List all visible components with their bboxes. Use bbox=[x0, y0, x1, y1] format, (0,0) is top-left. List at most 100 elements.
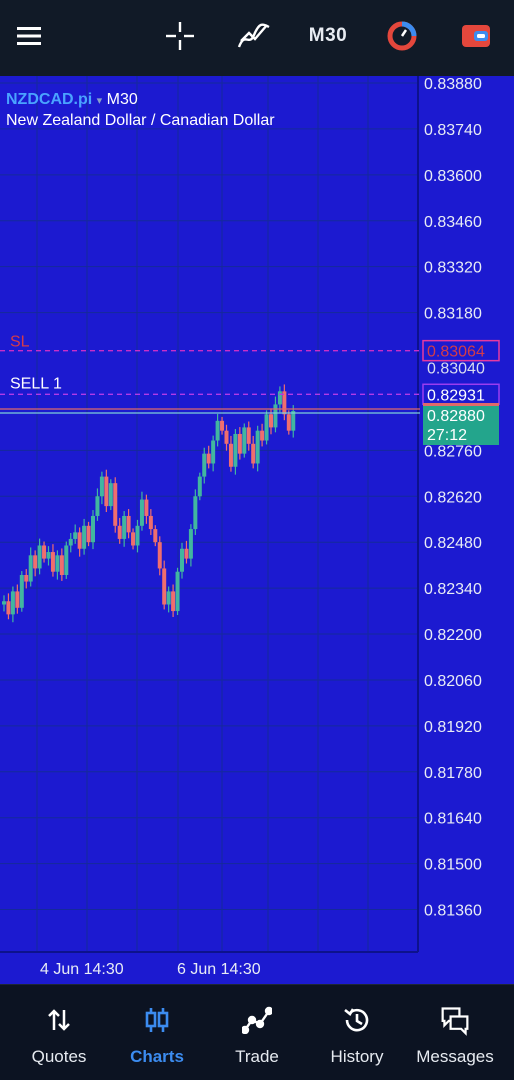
candle-body bbox=[286, 414, 291, 431]
candle-body bbox=[10, 591, 15, 615]
candle-body bbox=[148, 515, 153, 530]
candle-body bbox=[264, 414, 269, 441]
nav-quotes-label: Quotes bbox=[31, 1047, 87, 1066]
nav-history[interactable]: History bbox=[306, 985, 408, 1075]
y-tick-label: 0.82760 bbox=[424, 443, 482, 460]
nav-trade[interactable]: Trade bbox=[206, 985, 308, 1075]
nav-charts-label: Charts bbox=[130, 1047, 184, 1066]
bottom-navigation: Quotes Charts Trade History Messages bbox=[0, 984, 514, 1080]
y-tick-label: 0.81360 bbox=[424, 903, 482, 920]
candle-body bbox=[15, 591, 20, 608]
candles-icon bbox=[142, 1005, 172, 1035]
candle-body bbox=[269, 414, 273, 428]
candle-body bbox=[64, 545, 69, 575]
y-tick-label: 0.81500 bbox=[424, 857, 482, 874]
candle-body bbox=[180, 548, 184, 572]
candle-body bbox=[166, 591, 171, 605]
candle-body bbox=[33, 555, 38, 569]
candle-body bbox=[122, 515, 127, 539]
nav-charts[interactable]: Charts bbox=[106, 985, 208, 1075]
candle-body bbox=[242, 427, 247, 454]
symbol-name[interactable]: NZDCAD.pi bbox=[6, 91, 92, 108]
candle-body bbox=[251, 443, 256, 464]
candle-body bbox=[135, 525, 140, 546]
hamburger-menu-icon[interactable] bbox=[12, 18, 46, 54]
candle-body bbox=[211, 440, 216, 464]
candle-body bbox=[157, 542, 162, 569]
chart-canvas[interactable]: 0.83880 0.83740 0.83600 0.83460 0.83320 0.831… bbox=[0, 76, 514, 984]
candle-body bbox=[153, 529, 158, 543]
one-click-trading-icon[interactable] bbox=[384, 18, 420, 54]
candle-body bbox=[104, 476, 109, 507]
sell-price-tag: 0.82931 bbox=[427, 387, 485, 404]
chat-bubbles-icon bbox=[440, 1005, 470, 1036]
candle-body bbox=[162, 568, 167, 605]
nav-quotes[interactable]: Quotes bbox=[8, 985, 110, 1075]
candle-body bbox=[59, 555, 64, 575]
candle-body bbox=[188, 529, 193, 559]
candle-body bbox=[233, 433, 238, 467]
candle-body bbox=[139, 499, 144, 526]
candle-body bbox=[193, 496, 198, 530]
symbol-header[interactable]: NZDCAD.pi ▾ M30 bbox=[6, 91, 138, 109]
candle-body bbox=[86, 525, 91, 543]
top-toolbar: M30 bbox=[0, 0, 514, 76]
candle-body bbox=[99, 476, 104, 497]
nav-messages[interactable]: Messages bbox=[404, 985, 506, 1075]
candle-body bbox=[2, 601, 6, 605]
y-tick-label: 0.81640 bbox=[424, 811, 482, 828]
candle-body bbox=[46, 552, 51, 559]
bar-countdown: 27:12 bbox=[427, 427, 467, 444]
nav-history-label: History bbox=[330, 1047, 384, 1066]
y-tick-label: 0.83180 bbox=[424, 306, 482, 323]
candle-body bbox=[131, 532, 136, 546]
candle-body bbox=[126, 515, 131, 533]
candle-body bbox=[108, 483, 113, 507]
x-tick-label: 4 Jun 14:30 bbox=[40, 961, 124, 978]
candle-body bbox=[228, 443, 233, 467]
candle-body bbox=[82, 525, 87, 549]
bid-price-tag: 0.82880 bbox=[427, 408, 485, 425]
x-tick-label: 6 Jun 14:30 bbox=[177, 961, 261, 978]
candle-body bbox=[19, 575, 24, 608]
candle-body bbox=[255, 430, 260, 464]
trade-toggle-icon[interactable] bbox=[458, 18, 494, 54]
candle-body bbox=[73, 532, 78, 539]
symbol-dropdown-icon[interactable]: ▾ bbox=[97, 95, 103, 107]
candle-body bbox=[28, 555, 33, 582]
symbol-timeframe: M30 bbox=[106, 91, 138, 108]
price-chart[interactable]: 0.83880 0.83740 0.83600 0.83460 0.83320 0.831… bbox=[0, 76, 514, 984]
nav-trade-label: Trade bbox=[235, 1047, 279, 1066]
candle-body bbox=[273, 404, 278, 428]
y-tick-label: 0.82620 bbox=[424, 489, 482, 506]
candle-body bbox=[224, 430, 229, 444]
y-tick-label: 0.81920 bbox=[424, 719, 482, 736]
candle-body bbox=[171, 591, 176, 612]
candle-body bbox=[202, 453, 207, 477]
candle-body bbox=[77, 532, 82, 549]
y-tick-label: 0.82060 bbox=[424, 673, 482, 690]
candle-body bbox=[277, 391, 282, 405]
candle-body bbox=[260, 430, 265, 441]
candle-body bbox=[237, 433, 242, 454]
candle-body bbox=[91, 515, 95, 543]
y-tick-label: 0.83740 bbox=[424, 122, 482, 139]
candle-body bbox=[68, 538, 73, 546]
candle-body bbox=[246, 427, 251, 444]
nav-messages-label: Messages bbox=[416, 1047, 494, 1066]
candle-body bbox=[144, 499, 149, 516]
candle-body bbox=[50, 552, 55, 572]
crosshair-icon[interactable] bbox=[162, 18, 198, 54]
candle-body bbox=[184, 548, 189, 559]
history-clock-icon bbox=[342, 1005, 372, 1035]
sl-price-tag: 0.83064 bbox=[427, 344, 485, 361]
symbol-description: New Zealand Dollar / Canadian Dollar bbox=[6, 112, 275, 129]
candle-body bbox=[6, 601, 11, 615]
candle-body bbox=[113, 483, 118, 526]
candle-body bbox=[55, 555, 60, 572]
hidden-tick-label: 0.83040 bbox=[427, 361, 485, 378]
candle-body bbox=[37, 545, 42, 569]
indicator-curve-icon[interactable] bbox=[236, 18, 272, 54]
ask-price-marker bbox=[423, 403, 499, 406]
timeframe-button[interactable]: M30 bbox=[304, 18, 352, 54]
